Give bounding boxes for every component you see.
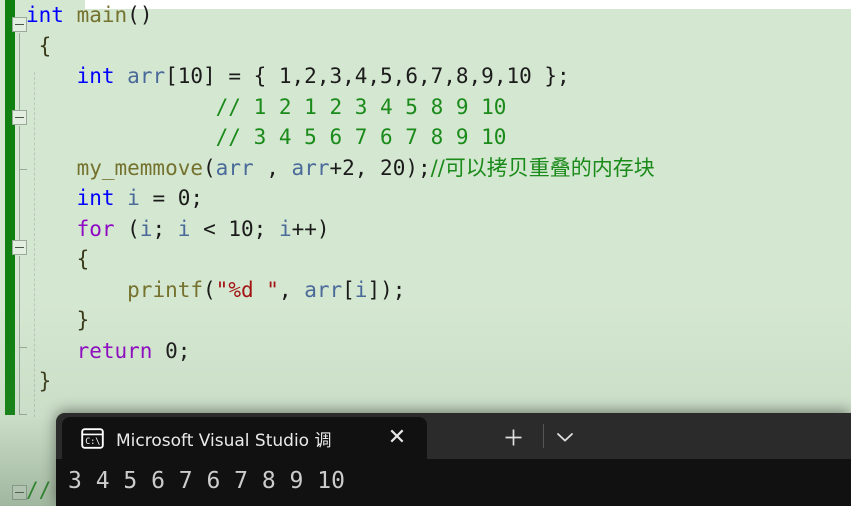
code-line: for (i; i < 10; i++) xyxy=(0,214,851,245)
code-token: main xyxy=(76,3,128,27)
collapse-box-next[interactable] xyxy=(12,485,27,500)
code-line: int i = 0; xyxy=(0,183,851,214)
code-token: // 1 2 1 2 3 4 5 8 9 10 xyxy=(215,94,507,119)
terminal-output-area[interactable]: 3 4 5 6 7 6 7 8 9 10 CSDN @电脑废材 xyxy=(56,459,851,506)
code-token: ++) xyxy=(291,216,330,241)
code-line: return 0; xyxy=(0,336,851,367)
code-token: { xyxy=(26,33,52,58)
chevron-down-icon[interactable] xyxy=(551,425,579,449)
partial-comment-line: // xyxy=(26,478,52,502)
command-prompt-icon: C:\ xyxy=(80,427,104,449)
code-text-area[interactable]: int main() { int arr[10] = { 1,2,3,4,5,6… xyxy=(0,0,851,397)
code-line: my_memmove(arr , arr+2, 20);//可以拷贝重叠的内存块 xyxy=(0,153,851,184)
code-line: int arr[10] = { 1,2,3,4,5,6,7,8,9,10 }; xyxy=(0,61,851,92)
code-token: i xyxy=(278,216,292,241)
svg-text:C:\: C:\ xyxy=(85,436,100,446)
code-line: printf("%d ", arr[i]); xyxy=(0,275,851,306)
code-token: } xyxy=(26,369,52,393)
code-token: int xyxy=(76,64,115,88)
close-icon[interactable]: ✕ xyxy=(385,426,409,450)
terminal-tab-title: Microsoft Visual Studio 调试挕 xyxy=(116,430,331,451)
terminal-output-line: 3 4 5 6 7 6 7 8 9 10 xyxy=(68,468,345,494)
tab-bar-separator xyxy=(543,424,544,448)
code-token: i xyxy=(139,216,153,241)
code-token: arr xyxy=(304,277,343,302)
code-line: { xyxy=(0,31,851,62)
code-token: i xyxy=(177,216,191,241)
code-token: int xyxy=(76,186,115,210)
code-line: // 3 4 5 6 7 6 7 8 9 10 xyxy=(0,122,851,153)
code-token: ]); xyxy=(367,277,406,302)
code-token: //可以拷贝重叠的内存块 xyxy=(430,155,655,180)
code-token: return xyxy=(76,338,153,363)
new-tab-button[interactable] xyxy=(500,424,526,450)
code-token: ; xyxy=(152,216,178,241)
code-token: , xyxy=(253,155,292,180)
code-token: +2, 20); xyxy=(329,155,431,180)
code-token: ( xyxy=(203,155,216,180)
code-token: { xyxy=(76,247,90,271)
code-line: } xyxy=(0,305,851,336)
code-token: 0; xyxy=(152,338,191,363)
code-token: "%d " xyxy=(215,277,279,302)
code-line: // 1 2 1 2 3 4 5 8 9 10 xyxy=(0,92,851,123)
code-token: printf xyxy=(127,277,204,302)
code-token: for xyxy=(76,216,115,241)
code-token: [10] = { 1,2,3,4,5,6,7,8,9,10 }; xyxy=(165,64,570,88)
terminal-window[interactable]: C:\ Microsoft Visual Studio 调试挕 ✕ 3 4 5 … xyxy=(56,413,851,506)
code-token: arr xyxy=(215,155,254,180)
code-line: int main() xyxy=(0,0,851,31)
code-token: , xyxy=(278,277,305,302)
code-token: my_memmove xyxy=(76,155,204,180)
code-token: i xyxy=(127,186,140,210)
terminal-tab-active[interactable]: C:\ Microsoft Visual Studio 调试挕 ✕ xyxy=(62,417,427,459)
code-token: arr xyxy=(127,64,166,88)
code-token: < 10; xyxy=(190,216,279,241)
code-line: } xyxy=(0,366,851,397)
terminal-tab-bar[interactable]: C:\ Microsoft Visual Studio 调试挕 ✕ xyxy=(56,413,851,459)
code-token: [ xyxy=(342,277,355,302)
code-token: // 3 4 5 6 7 6 7 8 9 10 xyxy=(215,125,507,149)
code-token: ( xyxy=(203,277,216,302)
code-token: i xyxy=(354,277,368,302)
code-token: int xyxy=(26,3,64,27)
code-token: arr xyxy=(291,155,330,180)
code-token: () xyxy=(127,3,153,27)
plus-icon xyxy=(505,429,521,445)
code-line: { xyxy=(0,244,851,275)
code-token: = 0; xyxy=(139,186,204,210)
code-token: ( xyxy=(114,216,140,241)
code-token: } xyxy=(76,308,90,332)
